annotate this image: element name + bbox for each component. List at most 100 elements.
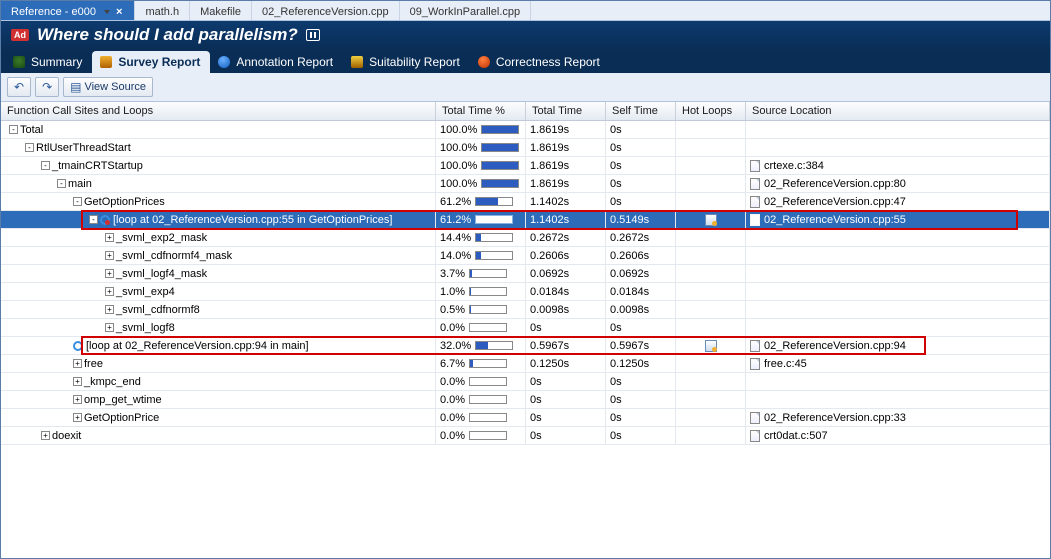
cell-pct: 100.0% (436, 175, 526, 192)
table-row[interactable]: -_tmainCRTStartup100.0%1.8619s0scrtexe.c… (1, 157, 1050, 175)
col-header-pct[interactable]: Total Time % (436, 102, 526, 120)
nav-back-button[interactable]: ↶ (7, 77, 31, 97)
cell-pct: 61.2% (436, 211, 526, 228)
file-tab[interactable]: math.h (135, 1, 190, 20)
expand-icon[interactable]: + (105, 251, 114, 260)
collapse-icon[interactable]: - (9, 125, 18, 134)
file-tab[interactable]: 09_WorkInParallel.cpp (400, 1, 531, 20)
expand-icon[interactable]: + (73, 359, 82, 368)
hot-loop-icon[interactable] (705, 340, 717, 352)
file-tab[interactable]: 02_ReferenceVersion.cpp (252, 1, 400, 20)
pct-text: 61.2% (440, 196, 471, 208)
table-row[interactable]: +_kmpc_end0.0%0s0s (1, 373, 1050, 391)
cell-self: 0.0184s (606, 283, 676, 300)
bar-track (469, 377, 507, 386)
expand-icon[interactable]: + (41, 431, 50, 440)
row-label: main (68, 178, 92, 190)
col-header-hot[interactable]: Hot Loops (676, 102, 746, 120)
expand-icon[interactable]: + (73, 395, 82, 404)
cell-function: +_svml_exp4 (1, 283, 436, 300)
pause-icon[interactable] (306, 29, 320, 41)
file-tab[interactable]: Makefile (190, 1, 252, 20)
tab-summary[interactable]: Summary (5, 51, 92, 73)
expand-icon[interactable]: + (105, 233, 114, 242)
table-row[interactable]: +GetOptionPrice0.0%0s0s02_ReferenceVersi… (1, 409, 1050, 427)
cell-function: +_kmpc_end (1, 373, 436, 390)
file-tab-active[interactable]: Reference - e000 × (1, 1, 135, 20)
table-row[interactable]: +_svml_exp41.0%0.0184s0.0184s (1, 283, 1050, 301)
cell-total: 0.0098s (526, 301, 606, 318)
tab-survey[interactable]: Survey Report (92, 51, 210, 73)
expand-icon[interactable]: + (105, 323, 114, 332)
table-row[interactable]: -Total100.0%1.8619s0s (1, 121, 1050, 139)
cell-total: 0.0692s (526, 265, 606, 282)
row-label: _kmpc_end (84, 376, 141, 388)
expand-icon[interactable]: + (105, 305, 114, 314)
collapse-icon[interactable]: - (57, 179, 66, 188)
cell-function: +_svml_logf8 (1, 319, 436, 336)
cell-hot (676, 427, 746, 444)
cell-source: crtexe.c:384 (746, 157, 1050, 174)
table-row[interactable]: -RtlUserThreadStart100.0%1.8619s0s (1, 139, 1050, 157)
row-label: _svml_cdfnormf4_mask (116, 250, 232, 262)
row-label: [loop at 02_ReferenceVersion.cpp:94 in m… (86, 340, 309, 352)
cell-pct: 100.0% (436, 157, 526, 174)
tab-suitability[interactable]: Suitability Report (343, 51, 470, 73)
table-row[interactable]: -[loop at 02_ReferenceVersion.cpp:55 in … (1, 211, 1050, 229)
collapse-icon[interactable]: - (41, 161, 50, 170)
table-row[interactable]: +free6.7%0.1250s0.1250sfree.c:45 (1, 355, 1050, 373)
cell-self: 0s (606, 427, 676, 444)
table-row[interactable]: +omp_get_wtime0.0%0s0s (1, 391, 1050, 409)
col-header-total[interactable]: Total Time (526, 102, 606, 120)
table-row[interactable]: +_svml_logf4_mask3.7%0.0692s0.0692s (1, 265, 1050, 283)
col-header-self[interactable]: Self Time (606, 102, 676, 120)
collapse-icon[interactable]: - (25, 143, 34, 152)
hot-loop-icon[interactable] (705, 214, 717, 226)
table-row[interactable]: -GetOptionPrices61.2%1.1402s0s02_Referen… (1, 193, 1050, 211)
cell-source: 02_ReferenceVersion.cpp:47 (746, 193, 1050, 210)
tab-annotation[interactable]: Annotation Report (210, 51, 343, 73)
expand-icon[interactable]: + (105, 287, 114, 296)
table-row[interactable]: [loop at 02_ReferenceVersion.cpp:94 in m… (1, 337, 1050, 355)
col-header-source[interactable]: Source Location (746, 102, 1050, 120)
file-tab-label: Makefile (200, 6, 241, 18)
cell-function: +_svml_logf4_mask (1, 265, 436, 282)
file-tab-label: 09_WorkInParallel.cpp (410, 6, 520, 18)
cell-hot (676, 391, 746, 408)
table-row[interactable]: +_svml_exp2_mask14.4%0.2672s0.2672s (1, 229, 1050, 247)
chevron-down-icon[interactable] (104, 10, 110, 14)
cell-function: [loop at 02_ReferenceVersion.cpp:94 in m… (1, 337, 436, 354)
collapse-icon[interactable]: - (89, 215, 98, 224)
cell-hot (676, 283, 746, 300)
table-row[interactable]: +_svml_cdfnormf4_mask14.0%0.2606s0.2606s (1, 247, 1050, 265)
tab-correctness[interactable]: Correctness Report (470, 51, 610, 73)
row-label: omp_get_wtime (84, 394, 162, 406)
cell-total: 0s (526, 427, 606, 444)
table-row[interactable]: +_svml_cdfnormf80.5%0.0098s0.0098s (1, 301, 1050, 319)
row-label: GetOptionPrices (84, 196, 165, 208)
table-row[interactable]: +_svml_logf80.0%0s0s (1, 319, 1050, 337)
col-header-function[interactable]: Function Call Sites and Loops (1, 102, 436, 120)
pct-text: 0.0% (440, 412, 465, 424)
cell-total: 0.1250s (526, 355, 606, 372)
cell-pct: 14.4% (436, 229, 526, 246)
close-icon[interactable]: × (114, 6, 124, 18)
collapse-icon[interactable]: - (73, 197, 82, 206)
button-label: View Source (84, 81, 146, 93)
bar-track (481, 125, 519, 134)
file-icon (750, 160, 760, 172)
bar-track (475, 233, 513, 242)
nav-forward-button[interactable]: ↷ (35, 77, 59, 97)
cell-source (746, 265, 1050, 282)
cell-function: +_svml_cdfnormf8 (1, 301, 436, 318)
cell-pct: 0.0% (436, 319, 526, 336)
expand-icon[interactable]: + (73, 413, 82, 422)
table-row[interactable]: +doexit0.0%0s0scrt0dat.c:507 (1, 427, 1050, 445)
expand-icon[interactable]: + (105, 269, 114, 278)
cell-source (746, 283, 1050, 300)
view-source-button[interactable]: ▤ View Source (63, 77, 153, 97)
table-row[interactable]: -main100.0%1.8619s0s02_ReferenceVersion.… (1, 175, 1050, 193)
cell-hot (676, 337, 746, 354)
row-label: RtlUserThreadStart (36, 142, 131, 154)
expand-icon[interactable]: + (73, 377, 82, 386)
